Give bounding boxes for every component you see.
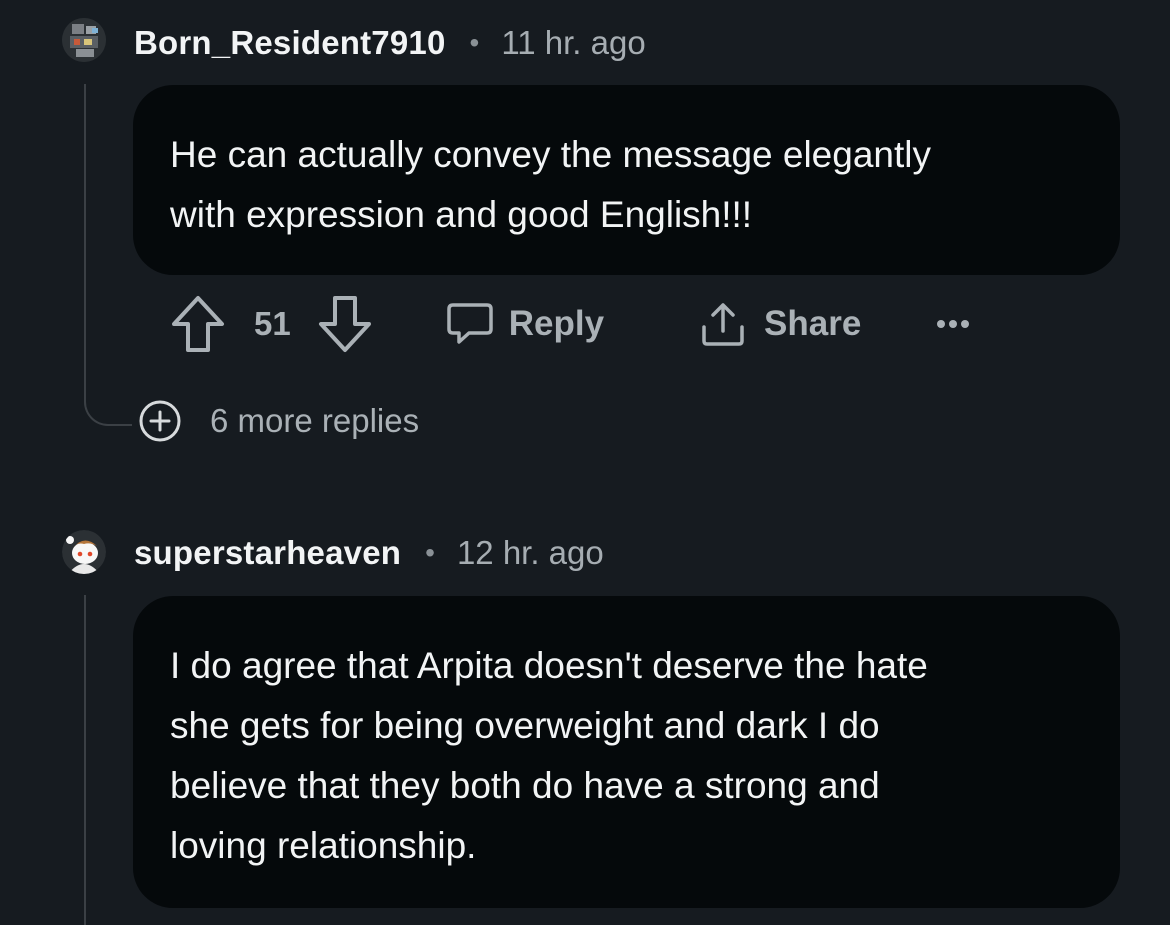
plus-circle-icon (138, 399, 182, 443)
upvote-arrow-icon[interactable] (170, 294, 226, 354)
comment-text-line: He can actually convey the message elega… (170, 134, 931, 175)
user-avatar[interactable] (62, 18, 106, 62)
comment: Born_Resident7910 • 11 hr. ago He can ac… (0, 0, 1170, 460)
speech-bubble-icon (446, 301, 493, 347)
reply-button[interactable]: Reply (446, 301, 605, 347)
share-label: Share (764, 304, 862, 343)
timestamp: 11 hr. ago (501, 24, 646, 61)
downvote-arrow-icon[interactable] (317, 294, 373, 354)
comment: superstarheaven • 12 hr. ago I do agree … (0, 520, 1170, 915)
timestamp: 12 hr. ago (456, 534, 604, 571)
comment-text-line: loving relationship. (170, 825, 477, 866)
comment-text-line: she gets for being overweight and dark I… (170, 705, 880, 746)
username-link[interactable]: superstarheaven (134, 534, 401, 572)
comment-actions: 51 Reply Share (170, 294, 971, 354)
meta-separator: • (425, 537, 435, 568)
comment-body: I do agree that Arpita doesn't deserve t… (133, 596, 1120, 908)
username-link[interactable]: Born_Resident7910 (134, 24, 446, 62)
vote-score: 51 (254, 305, 291, 342)
more-replies-button[interactable]: 6 more replies (138, 399, 419, 443)
share-button[interactable]: Share (700, 301, 861, 347)
reply-label: Reply (508, 304, 605, 343)
comment-text-line: with expression and good English!!! (170, 194, 753, 235)
share-icon (700, 301, 746, 347)
comment-meta: Born_Resident7910 • 11 hr. ago (134, 21, 646, 65)
comment-text-line: I do agree that Arpita doesn't deserve t… (170, 645, 928, 686)
meta-separator: • (469, 27, 480, 58)
ellipsis-icon[interactable] (935, 318, 971, 330)
comment-body: He can actually convey the message elega… (133, 85, 1120, 275)
more-replies-label: 6 more replies (210, 402, 420, 439)
comment-text-line: believe that they both do have a strong … (170, 765, 880, 806)
user-avatar[interactable] (62, 530, 106, 574)
comment-meta: superstarheaven • 12 hr. ago (134, 531, 604, 575)
